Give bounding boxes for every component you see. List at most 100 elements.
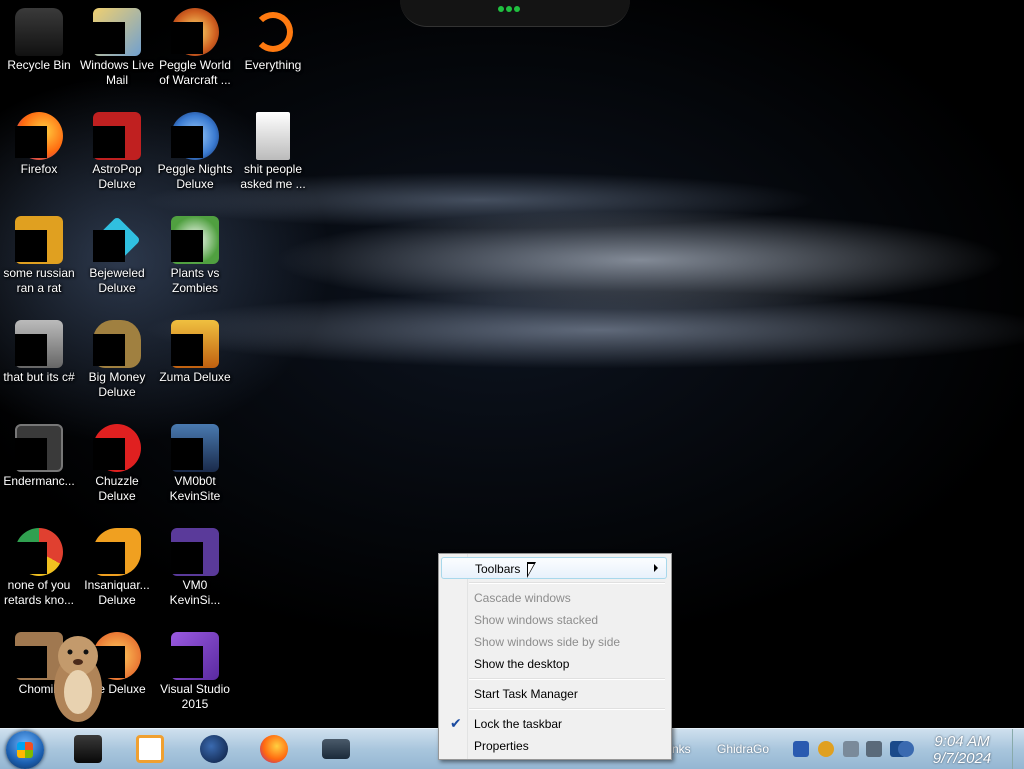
toolbar-item-links[interactable]: nks	[672, 742, 691, 756]
desktop-icon-everything[interactable]: Everything	[234, 2, 312, 102]
desktop-icon-zuma[interactable]: Zuma Deluxe	[156, 314, 234, 414]
icon-label: some russian ran a rat	[3, 266, 75, 295]
icon-label: Peggle World of Warcraft ...	[159, 58, 231, 87]
desktop-icon-peggle-wow[interactable]: Peggle World of Warcraft ...	[156, 2, 234, 102]
icon-label: Zuma Deluxe	[159, 370, 231, 384]
icon-label: Plants vs Zombies	[170, 266, 220, 295]
fish-icon	[93, 528, 141, 576]
desktop-icon-windows-live-mail[interactable]: Windows Live Mail	[78, 2, 156, 102]
menu-item-label: Toolbars	[475, 562, 521, 576]
menu-item-show-windows-stacked[interactable]: Show windows stacked	[441, 609, 667, 631]
icon-label: Everything	[244, 58, 302, 72]
zuma-icon	[171, 320, 219, 368]
toolbar-item-ghidrago[interactable]: GhidraGo	[717, 742, 769, 756]
taskbar-app-monitor[interactable]	[318, 733, 352, 765]
visual-studio-icon	[171, 632, 219, 680]
desktop-icon-none-of-you[interactable]: none of you retards kno...	[0, 522, 78, 622]
desktop-icon-insaniquarium[interactable]: Insaniquar... Deluxe	[78, 522, 156, 622]
check-icon: ✔	[450, 715, 462, 731]
icon-label: Bejeweled Deluxe	[89, 266, 145, 295]
globe-icon	[200, 735, 228, 763]
desktop-icon-endermanch[interactable]: Endermanc...	[0, 418, 78, 518]
desktop-icon-firefox[interactable]: Firefox	[0, 106, 78, 206]
windows-logo-icon	[17, 742, 33, 758]
jar-icon	[15, 216, 63, 264]
antivirus-icon[interactable]	[898, 741, 914, 757]
shield-icon[interactable]	[793, 741, 809, 757]
desktop-icon-vm0-kevinsite[interactable]: VM0 KevinSi...	[156, 522, 234, 622]
menu-item-label: Show windows stacked	[474, 613, 599, 627]
taskbar-app-globe[interactable]	[196, 733, 230, 765]
network-icon[interactable]	[843, 741, 859, 757]
file-purple-icon	[171, 528, 219, 576]
bejeweled-icon	[93, 216, 141, 264]
icon-label: Recycle Bin	[7, 58, 71, 72]
clock-date: 9/7/2024	[932, 750, 992, 767]
menu-item-label: Show windows side by side	[474, 635, 621, 649]
icon-label: AstroPop Deluxe	[92, 162, 142, 191]
desktop-icon-big-money[interactable]: Big Money Deluxe	[78, 314, 156, 414]
recycle-bin-icon	[15, 8, 63, 56]
icon-label: that but its c#	[3, 370, 75, 384]
taskbar-app-terminal[interactable]	[70, 733, 104, 765]
chrome-icon	[15, 528, 63, 576]
desktop-icon-peggle-nights[interactable]: Peggle Nights Deluxe	[156, 106, 234, 206]
desktop-icon-recycle-bin[interactable]: Recycle Bin	[0, 2, 78, 102]
submenu-arrow-icon	[654, 564, 658, 572]
menu-item-start-task-manager[interactable]: Start Task Manager	[441, 683, 667, 705]
icon-label: Endermanc...	[3, 474, 75, 488]
pvz-icon	[171, 216, 219, 264]
menu-separator	[469, 708, 665, 710]
icon-label: Insaniquar... Deluxe	[84, 578, 150, 607]
desktop-icon-vm0b0t-kevinsite[interactable]: VM0b0t KevinSite	[156, 418, 234, 518]
start-button[interactable]	[6, 731, 44, 769]
icon-label: VM0b0t KevinSite	[169, 474, 221, 503]
desktop-icon-astropop[interactable]: AstroPop Deluxe	[78, 106, 156, 206]
clock-time: 9:04 AM	[934, 733, 990, 750]
icon-label: Chuzzle Deluxe	[95, 474, 139, 503]
icon-label: none of you retards kno...	[3, 578, 75, 607]
menu-separator	[469, 678, 665, 680]
desktop-icon-russian-rat[interactable]: some russian ran a rat	[0, 210, 78, 310]
desktop-icon-shit-people-asked[interactable]: shit people asked me ...	[234, 106, 312, 206]
desktop-icon-visual-studio[interactable]: Visual Studio 2015	[156, 626, 234, 726]
media-player-icon	[136, 735, 164, 763]
clock[interactable]: 9:04 AM 9/7/2024	[922, 733, 1002, 767]
icon-label: Visual Studio 2015	[160, 682, 230, 711]
money-bag-icon	[93, 320, 141, 368]
menu-item-label: Lock the taskbar	[474, 717, 563, 731]
icon-label: shit people asked me ...	[240, 162, 306, 191]
menu-item-label: Properties	[474, 739, 529, 753]
menu-item-toolbars[interactable]: Toolbars	[441, 557, 667, 579]
taskbar-app-firefox[interactable]	[256, 733, 290, 765]
icon-label: VM0 KevinSi...	[169, 578, 221, 607]
peggle-icon	[171, 8, 219, 56]
desktop-icon-bejeweled[interactable]: Bejeweled Deluxe	[78, 210, 156, 310]
menu-item-properties[interactable]: Properties	[441, 735, 667, 757]
file-icon	[249, 112, 297, 160]
desktop-icon-that-but-csharp[interactable]: that but its c#	[0, 314, 78, 414]
menu-item-label: Cascade windows	[474, 591, 571, 605]
firefox-icon	[260, 735, 288, 763]
indicator-light	[506, 6, 512, 12]
desktop-icon-chuzzle[interactable]: Chuzzle Deluxe	[78, 418, 156, 518]
mail-icon	[93, 8, 141, 56]
show-desktop-button[interactable]	[1012, 729, 1024, 769]
volume-icon-2[interactable]	[866, 741, 882, 757]
firefox-icon	[15, 112, 63, 160]
icon-label: Firefox	[20, 162, 58, 176]
menu-item-show-the-desktop[interactable]: Show the desktop	[441, 653, 667, 675]
menu-item-label: Start Task Manager	[474, 687, 578, 701]
menu-item-lock-the-taskbar[interactable]: ✔ Lock the taskbar	[441, 713, 667, 735]
hamster-sticker	[54, 636, 102, 722]
taskbar-context-menu[interactable]: Toolbars Cascade windows Show windows st…	[438, 553, 672, 760]
search-icon[interactable]	[818, 741, 834, 757]
menu-item-cascade-windows[interactable]: Cascade windows	[441, 587, 667, 609]
taskbar-app-media-player[interactable]	[132, 733, 166, 765]
shortcut-icon	[15, 320, 63, 368]
top-decoration	[400, 0, 630, 27]
desktop-icon-plants-vs-zombies[interactable]: Plants vs Zombies	[156, 210, 234, 310]
vm-icon	[171, 424, 219, 472]
menu-item-show-windows-side-by-side[interactable]: Show windows side by side	[441, 631, 667, 653]
menu-item-label: Show the desktop	[474, 657, 570, 671]
